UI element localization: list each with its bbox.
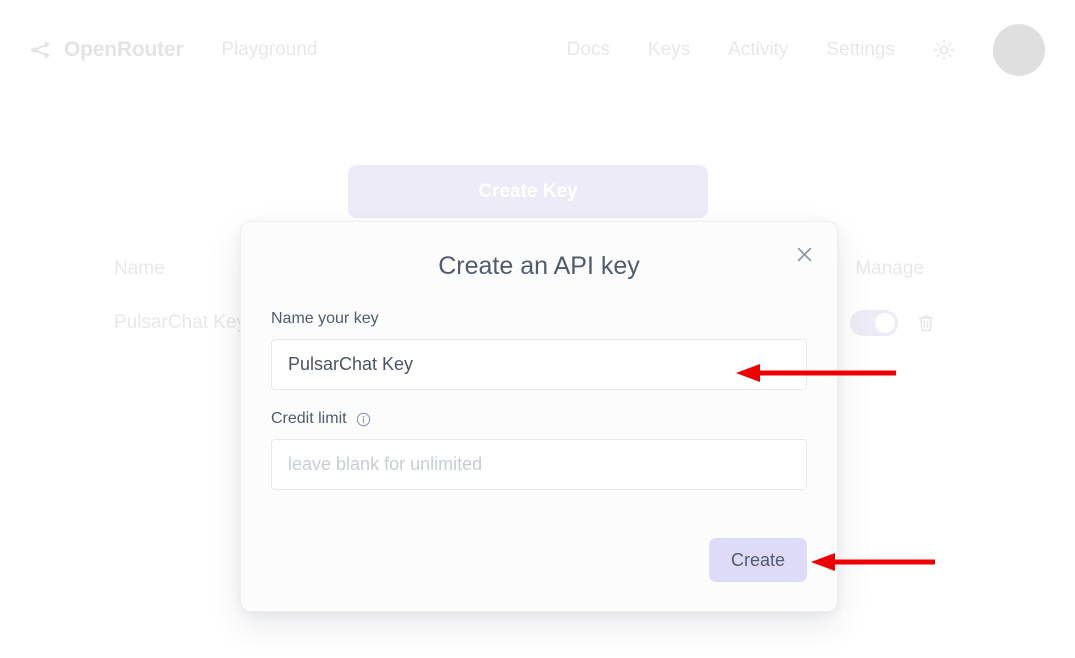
credit-limit-input[interactable] — [271, 439, 807, 490]
credit-limit-label: Credit limit — [271, 410, 807, 428]
name-field-label-text: Name your key — [271, 310, 379, 327]
modal-footer: Create — [708, 538, 807, 582]
close-icon — [796, 246, 813, 263]
app-root: OpenRouter Playground Docs Keys Activity… — [0, 0, 1075, 658]
info-icon[interactable] — [356, 412, 371, 427]
field-spacer — [271, 390, 807, 410]
create-api-key-modal: Create an API key Name your key Credit l… — [240, 221, 838, 612]
close-button[interactable] — [789, 239, 819, 269]
modal-body: Name your key Credit limit — [271, 310, 807, 490]
key-name-input[interactable] — [271, 339, 807, 390]
name-field-label: Name your key — [271, 310, 807, 328]
modal-title: Create an API key — [438, 252, 640, 280]
credit-limit-label-text: Credit limit — [271, 410, 347, 427]
create-submit-button[interactable]: Create — [708, 538, 807, 582]
